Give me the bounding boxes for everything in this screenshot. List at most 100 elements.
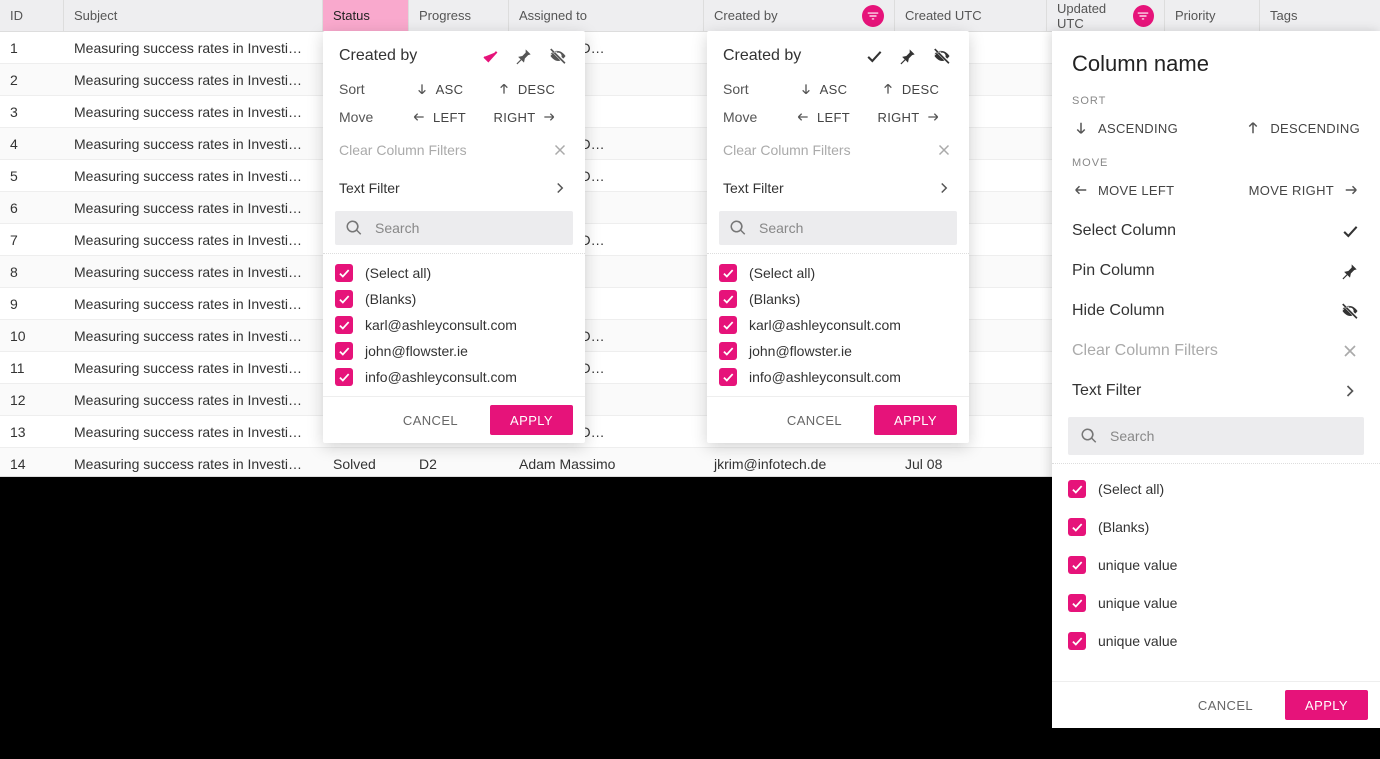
col-head-tags[interactable]: Tags — [1260, 0, 1380, 31]
table-cell: Measuring success rates in Investi… — [64, 264, 323, 280]
move-right-button[interactable]: MOVE RIGHT — [1216, 175, 1360, 205]
table-cell: 13 — [0, 424, 64, 440]
check-label: unique value — [1098, 557, 1177, 573]
checkbox-icon — [719, 290, 737, 308]
filter-check-item[interactable]: info@ashleyconsult.com — [335, 364, 573, 390]
col-label: Created UTC — [905, 8, 982, 23]
filter-check-item[interactable]: karl@ashleyconsult.com — [719, 312, 957, 338]
sort-asc-button[interactable]: ASC — [395, 81, 482, 97]
table-cell: 5 — [0, 168, 64, 184]
checkbox-icon — [1068, 480, 1086, 498]
filter-check-item[interactable]: unique value — [1068, 622, 1364, 660]
search-icon — [729, 219, 747, 237]
col-label: Progress — [419, 8, 471, 23]
filter-check-item[interactable]: john@flowster.ie — [719, 338, 957, 364]
check-label: (Blanks) — [1098, 519, 1149, 535]
search-icon — [1080, 427, 1098, 445]
sort-descending-button[interactable]: DESCENDING — [1216, 113, 1360, 143]
checkbox-icon — [335, 368, 353, 386]
check-label: karl@ashleyconsult.com — [365, 317, 517, 333]
sort-asc-button[interactable]: ASC — [779, 81, 866, 97]
pin-icon — [1340, 261, 1360, 281]
hide-icon — [1340, 301, 1360, 321]
filter-check-item[interactable]: john@flowster.ie — [335, 338, 573, 364]
cancel-button[interactable]: CANCEL — [1178, 690, 1273, 720]
move-right-button[interactable]: RIGHT — [482, 109, 569, 125]
table-cell: Measuring success rates in Investi… — [64, 232, 323, 248]
sort-ascending-button[interactable]: ASCENDING — [1072, 113, 1216, 143]
col-label: Subject — [74, 8, 117, 23]
cancel-button[interactable]: CANCEL — [383, 405, 478, 435]
filter-check-item[interactable]: (Select all) — [719, 260, 957, 286]
sort-desc-button[interactable]: DESC — [482, 81, 569, 97]
text-filter-row[interactable]: Text Filter — [707, 169, 969, 207]
filter-check-item[interactable]: (Blanks) — [1068, 508, 1364, 546]
text-filter-row[interactable]: Text Filter — [323, 169, 585, 207]
col-head-updatedutc[interactable]: Updated UTC — [1047, 0, 1165, 31]
filter-check-item[interactable]: (Blanks) — [335, 286, 573, 312]
col-head-subject[interactable]: Subject — [64, 0, 323, 31]
col-head-progress[interactable]: Progress — [409, 0, 509, 31]
hide-icon[interactable] — [931, 45, 953, 67]
filter-badge-icon[interactable] — [862, 5, 884, 27]
search-input[interactable] — [373, 219, 563, 237]
filter-check-item[interactable]: info@ashleyconsult.com — [719, 364, 957, 390]
check-label: (Select all) — [1098, 481, 1164, 497]
search-input[interactable] — [1108, 427, 1352, 445]
move-left-button[interactable]: LEFT — [395, 109, 482, 125]
arrow-up-icon — [1244, 119, 1262, 137]
col-label: Updated UTC — [1057, 1, 1133, 31]
filter-check-item[interactable]: (Select all) — [335, 260, 573, 286]
filter-check-item[interactable]: unique value — [1068, 584, 1364, 622]
chevron-right-icon — [551, 179, 569, 197]
pin-icon[interactable] — [897, 45, 919, 67]
sort-desc-button[interactable]: DESC — [866, 81, 953, 97]
table-cell: Measuring success rates in Investi… — [64, 72, 323, 88]
col-head-status[interactable]: Status — [323, 0, 409, 31]
check-label: info@ashleyconsult.com — [749, 369, 901, 385]
pin-column-row[interactable]: Pin Column — [1052, 251, 1380, 291]
search-input[interactable] — [757, 219, 947, 237]
column-menu-panel: Created by Sort ASC DESC Move LEFT RIGHT — [707, 31, 969, 443]
col-head-assigned[interactable]: Assigned to — [509, 0, 704, 31]
filter-badge-icon[interactable] — [1133, 5, 1154, 27]
apply-button[interactable]: APPLY — [490, 405, 573, 435]
col-head-priority[interactable]: Priority — [1165, 0, 1260, 31]
table-cell: jkrim@infotech.de — [704, 456, 895, 472]
table-cell: 11 — [0, 360, 64, 376]
hide-icon[interactable] — [547, 45, 569, 67]
checkbox-icon — [335, 316, 353, 334]
table-cell: Measuring success rates in Investi… — [64, 328, 323, 344]
filter-check-item[interactable]: karl@ashleyconsult.com — [335, 312, 573, 338]
apply-button[interactable]: APPLY — [874, 405, 957, 435]
col-head-createdby[interactable]: Created by — [704, 0, 895, 31]
table-cell: Jul 08 — [895, 456, 1047, 472]
move-label: Move — [723, 109, 779, 125]
select-column-icon[interactable] — [479, 45, 501, 67]
move-left-button[interactable]: MOVE LEFT — [1072, 175, 1216, 205]
check-label: unique value — [1098, 633, 1177, 649]
col-label: Status — [333, 8, 370, 23]
table-cell: Measuring success rates in Investi… — [64, 360, 323, 376]
search-box[interactable] — [335, 211, 573, 245]
search-box[interactable] — [1068, 417, 1364, 455]
chevron-right-icon — [935, 179, 953, 197]
move-left-button[interactable]: LEFT — [779, 109, 866, 125]
select-column-icon[interactable] — [863, 45, 885, 67]
text-filter-row[interactable]: Text Filter — [1052, 371, 1380, 411]
apply-button[interactable]: APPLY — [1285, 690, 1368, 720]
move-right-button[interactable]: RIGHT — [866, 109, 953, 125]
hide-column-row[interactable]: Hide Column — [1052, 291, 1380, 331]
select-column-row[interactable]: Select Column — [1052, 211, 1380, 251]
pin-icon[interactable] — [513, 45, 535, 67]
filter-check-item[interactable]: (Select all) — [1068, 470, 1364, 508]
filter-check-item[interactable]: unique value — [1068, 546, 1364, 584]
search-box[interactable] — [719, 211, 957, 245]
cancel-button[interactable]: CANCEL — [767, 405, 862, 435]
table-cell: 14 — [0, 456, 64, 472]
col-head-createdutc[interactable]: Created UTC — [895, 0, 1047, 31]
clear-filters-row: Clear Column Filters — [323, 131, 585, 169]
table-cell: 8 — [0, 264, 64, 280]
filter-check-item[interactable]: (Blanks) — [719, 286, 957, 312]
col-head-id[interactable]: ID — [0, 0, 64, 31]
